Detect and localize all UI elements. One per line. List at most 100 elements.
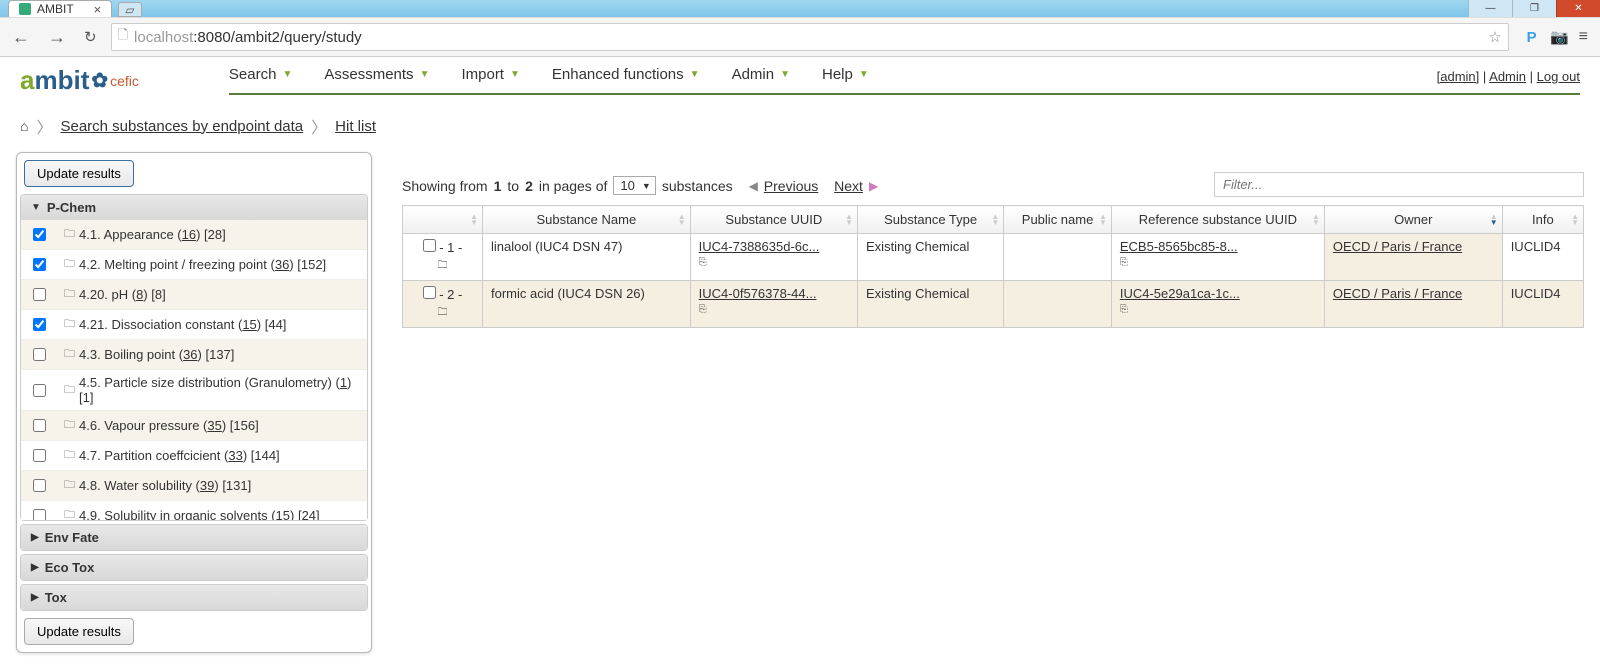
endpoint-row[interactable]: 🗀4.7. Partition coeffcicient (33) [144]: [21, 441, 367, 471]
menu-help[interactable]: Help▼: [822, 66, 869, 83]
endpoint-row[interactable]: 🗀4.1. Appearance (16) [28]: [21, 220, 367, 250]
filter-input[interactable]: [1214, 172, 1584, 197]
col-owner[interactable]: Owner▲▼: [1324, 206, 1502, 234]
owner-cell[interactable]: OECD / Paris / France: [1324, 281, 1502, 328]
endpoint-checkbox[interactable]: [33, 509, 46, 520]
endpoint-row[interactable]: 🗀4.9. Solubility in organic solvents (15…: [21, 501, 367, 520]
endpoint-label: 4.2. Melting point / freezing point (36)…: [79, 257, 326, 272]
endpoint-checkbox[interactable]: [33, 348, 46, 361]
previous-link[interactable]: Previous: [764, 178, 818, 194]
endpoint-row[interactable]: 🗀4.8. Water solubility (39) [131]: [21, 471, 367, 501]
extension-camera-icon[interactable]: 📷: [1551, 28, 1569, 46]
copy-icon[interactable]: ⎘: [1120, 304, 1316, 315]
endpoint-checkbox[interactable]: [33, 318, 46, 331]
bookmark-icon[interactable]: ☆: [1488, 28, 1501, 46]
info-cell: IUCLID4: [1502, 281, 1583, 328]
forward-button[interactable]: →: [44, 23, 70, 52]
row-checkbox[interactable]: [423, 286, 436, 299]
update-results-button-top[interactable]: Update results: [24, 160, 134, 187]
logo: ambit ✿ cefic: [20, 65, 139, 96]
window-close-button[interactable]: ✕: [1556, 0, 1600, 17]
public-name-cell: [1004, 234, 1112, 281]
uuid-link[interactable]: IUC4-7388635d-6c...: [699, 239, 820, 254]
menu-enhanced[interactable]: Enhanced functions▼: [552, 66, 700, 83]
owner-cell[interactable]: OECD / Paris / France: [1324, 234, 1502, 281]
endpoint-row[interactable]: 🗀4.20. pH (8) [8]: [21, 280, 367, 310]
col-substance-type[interactable]: Substance Type▲▼: [858, 206, 1004, 234]
menu-import[interactable]: Import▼: [461, 66, 519, 83]
menu-assessments[interactable]: Assessments▼: [324, 66, 429, 83]
substance-uuid-cell: IUC4-7388635d-6c... ⎘: [690, 234, 857, 281]
header-user-links: [admin] | Admin | Log out: [1437, 69, 1580, 84]
new-tab-button[interactable]: ▱: [118, 2, 141, 17]
caret-right-icon: ▶: [31, 562, 39, 573]
tab-close-icon[interactable]: ×: [94, 2, 102, 17]
public-name-cell: [1004, 281, 1112, 328]
next-arrow-icon[interactable]: ▶: [869, 179, 878, 193]
update-results-button-bottom[interactable]: Update results: [24, 618, 134, 645]
breadcrumb-search[interactable]: Search substances by endpoint data: [60, 118, 303, 135]
endpoint-checkbox[interactable]: [33, 228, 46, 241]
endpoint-checkbox[interactable]: [33, 384, 46, 397]
accordion-header-tox[interactable]: ▶ Tox: [21, 585, 367, 610]
admin-link[interactable]: Admin: [1489, 69, 1526, 84]
col-checkbox[interactable]: ▲▼: [403, 206, 483, 234]
endpoint-checkbox[interactable]: [33, 449, 46, 462]
window-maximize-button[interactable]: ❐: [1512, 0, 1556, 17]
col-public-name[interactable]: Public name▲▼: [1004, 206, 1112, 234]
accordion-header-pchem[interactable]: ▼ P-Chem: [21, 195, 367, 220]
endpoint-row[interactable]: 🗀4.21. Dissociation constant (15) [44]: [21, 310, 367, 340]
breadcrumb-hitlist[interactable]: Hit list: [335, 118, 376, 135]
url-host: localhost: [134, 29, 193, 46]
extension-p-icon[interactable]: P: [1523, 28, 1541, 46]
substance-type-cell: Existing Chemical: [858, 281, 1004, 328]
uuid-link[interactable]: ECB5-8565bc85-8...: [1120, 239, 1238, 254]
endpoint-row[interactable]: 🗀4.5. Particle size distribution (Granul…: [21, 370, 367, 411]
copy-icon[interactable]: ⎘: [699, 304, 849, 315]
results-table: ▲▼ Substance Name▲▼ Substance UUID▲▼ Sub…: [402, 205, 1584, 328]
row-checkbox[interactable]: [423, 239, 436, 252]
back-button[interactable]: ←: [8, 23, 34, 52]
endpoint-checkbox[interactable]: [33, 479, 46, 492]
folder-icon: 🗀: [64, 416, 75, 435]
menu-search[interactable]: Search▼: [229, 66, 292, 83]
logout-link[interactable]: Log out: [1537, 69, 1580, 84]
uuid-link[interactable]: IUC4-5e29a1ca-1c...: [1120, 286, 1240, 301]
copy-icon[interactable]: ⎘: [699, 257, 849, 268]
menu-admin[interactable]: Admin▼: [732, 66, 790, 83]
endpoint-row[interactable]: 🗀4.2. Melting point / freezing point (36…: [21, 250, 367, 280]
col-ref-uuid[interactable]: Reference substance UUID▲▼: [1111, 206, 1324, 234]
uuid-link[interactable]: IUC4-0f576378-44...: [699, 286, 817, 301]
substance-name-cell: linalool (IUC4 DSN 47): [483, 234, 691, 281]
accordion-header-envfate[interactable]: ▶ Env Fate: [21, 525, 367, 550]
clipboard-icon[interactable]: 🗀: [411, 305, 474, 322]
next-link[interactable]: Next: [834, 178, 863, 194]
col-substance-uuid[interactable]: Substance UUID▲▼: [690, 206, 857, 234]
row-index-cell: - 1 -🗀: [403, 234, 483, 281]
endpoint-label: 4.5. Particle size distribution (Granulo…: [79, 375, 359, 405]
endpoint-checkbox[interactable]: [33, 419, 46, 432]
window-minimize-button[interactable]: —: [1468, 0, 1512, 17]
user-link[interactable]: [admin]: [1437, 69, 1480, 84]
col-info[interactable]: Info▲▼: [1502, 206, 1583, 234]
endpoint-row[interactable]: 🗀4.3. Boiling point (36) [137]: [21, 340, 367, 370]
accordion-header-ecotox[interactable]: ▶ Eco Tox: [21, 555, 367, 580]
endpoint-label: 4.21. Dissociation constant (15) [44]: [79, 317, 286, 332]
page-size-select[interactable]: 10▼: [613, 176, 655, 195]
pchem-list[interactable]: 🗀4.1. Appearance (16) [28]🗀4.2. Melting …: [21, 220, 367, 520]
browser-tab[interactable]: AMBIT ×: [8, 0, 112, 17]
copy-icon[interactable]: ⎘: [1120, 257, 1316, 268]
col-substance-name[interactable]: Substance Name▲▼: [483, 206, 691, 234]
prev-arrow-icon[interactable]: ◀: [749, 179, 758, 193]
reload-button[interactable]: ↻: [80, 24, 101, 50]
clipboard-icon[interactable]: 🗀: [411, 258, 474, 275]
chrome-menu-icon[interactable]: ≡: [1579, 28, 1588, 46]
endpoint-row[interactable]: 🗀4.6. Vapour pressure (35) [156]: [21, 411, 367, 441]
endpoint-label: 4.3. Boiling point (36) [137]: [79, 347, 234, 362]
endpoint-checkbox[interactable]: [33, 258, 46, 271]
home-icon[interactable]: ⌂: [20, 118, 28, 134]
endpoint-checkbox[interactable]: [33, 288, 46, 301]
url-bar[interactable]: 🗋 localhost:8080/ambit2/query/study ☆: [111, 23, 1509, 51]
folder-icon: 🗀: [64, 225, 75, 244]
app-header: ambit ✿ cefic Search▼ Assessments▼ Impor…: [0, 57, 1600, 100]
